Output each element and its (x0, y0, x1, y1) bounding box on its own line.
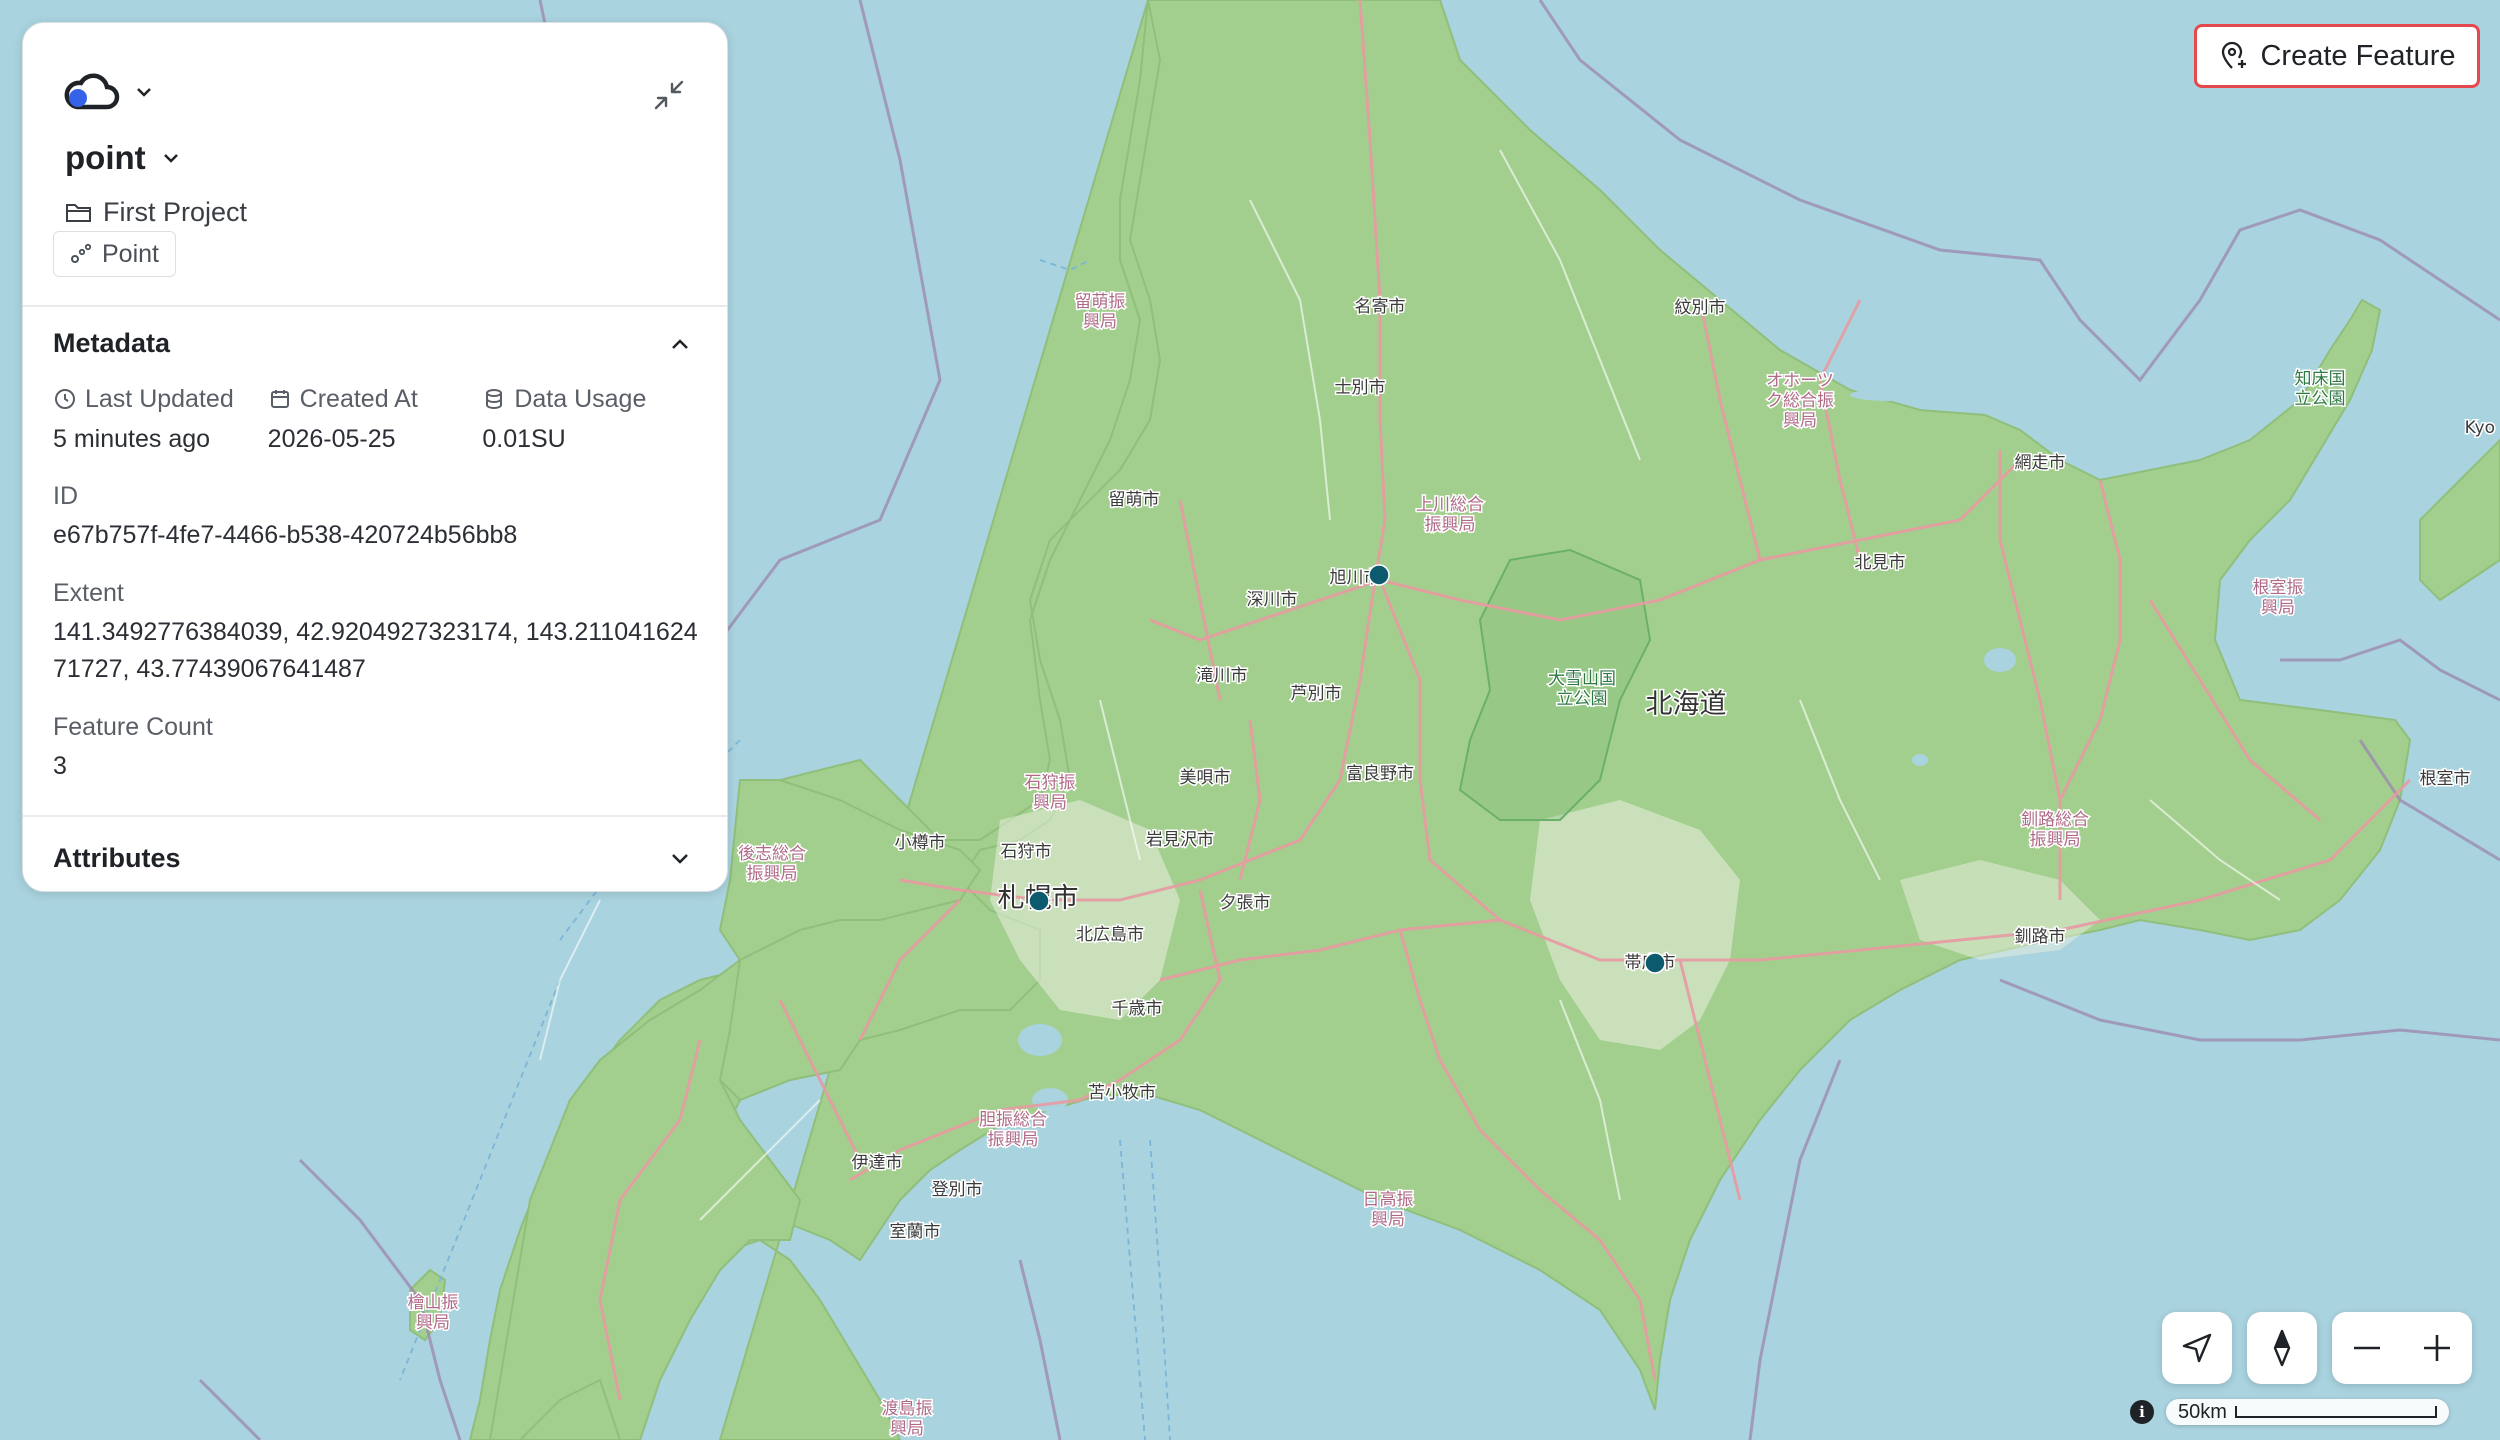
point-geometry-icon (71, 243, 92, 263)
extent-item: Extent 141.3492776384039, 42.92049273231… (53, 576, 698, 688)
lake-akan (1912, 754, 1928, 766)
geolocate-button[interactable] (2162, 1312, 2232, 1384)
created-at-value: 2026-05-25 (267, 425, 396, 453)
zoom-out-button[interactable] (2350, 1331, 2384, 1365)
compass-icon (2273, 1329, 2291, 1367)
feature-count-label: Feature Count (53, 712, 213, 741)
map-label-kitami: 北見市 (1855, 553, 1906, 573)
map-label-hokkaido: 北海道 (1646, 689, 1727, 720)
map-label-tomakomai: 苫小牧市 (1088, 1083, 1156, 1103)
data-usage-label: Data Usage (514, 384, 647, 413)
layer-details-panel: point First Project Point Metadata Last … (22, 22, 728, 892)
created-at-item: Created At 2026-05-25 (268, 381, 483, 457)
metadata-title: Metadata (53, 327, 171, 358)
id-value: e67b757f-4fe7-4466-b538-420724b56bb8 (53, 521, 518, 549)
map-label-shiretoko: 知床国立公園 (2295, 369, 2346, 409)
map-label-fukagawa: 深川市 (1247, 590, 1298, 610)
compass-button[interactable] (2247, 1312, 2317, 1384)
id-label: ID (53, 481, 78, 510)
chevron-up-icon (672, 339, 688, 349)
map-label-chitose: 千歳市 (1112, 999, 1163, 1019)
map-label-iburi-sub: 胆振総合振興局 (979, 1110, 1047, 1150)
attributes-title: Attributes (53, 842, 181, 873)
cloud-logo-icon (64, 73, 120, 110)
scale-bar: 50km (2166, 1399, 2449, 1425)
map-label-shiribeshi-sub: 後志総合振興局 (738, 844, 806, 884)
lake-toya (1018, 1024, 1062, 1056)
zoom-in-button[interactable] (2420, 1331, 2454, 1365)
scale-area: i 50km (2130, 1397, 2449, 1427)
project-link[interactable]: First Project (65, 197, 247, 228)
zoom-controls (2332, 1312, 2472, 1384)
map-label-bibai: 美唄市 (1180, 768, 1231, 788)
layer-name-dropdown[interactable]: point (65, 139, 182, 177)
scale-label: 50km (2178, 1400, 2227, 1423)
create-feature-button[interactable]: Create Feature (2194, 24, 2480, 88)
extent-label: Extent (53, 578, 124, 607)
map-label-ishikari: 石狩市 (1001, 842, 1052, 862)
collapse-panel-button[interactable] (649, 75, 689, 115)
map-label-shibetsu: 士別市 (1335, 378, 1386, 398)
geometry-type-label: Point (102, 239, 159, 268)
last-updated-value: 5 minutes ago (53, 425, 211, 453)
feature-point-asahikawa[interactable] (1368, 564, 1390, 586)
feature-point-obihiro[interactable] (1644, 952, 1666, 974)
created-at-label: Created At (299, 384, 418, 413)
feature-count-value: 3 (53, 752, 67, 780)
map-label-muroran: 室蘭市 (890, 1222, 941, 1242)
metadata-body: Last Updated 5 minutes ago Created At 20… (23, 381, 727, 785)
metadata-section-toggle[interactable]: Metadata (23, 307, 727, 379)
lake-shikotsu (1032, 1088, 1068, 1112)
data-usage-item: Data Usage 0.01SU (482, 381, 697, 457)
panel-header: point First Project Point (23, 23, 727, 307)
feature-count-item: Feature Count 3 (53, 710, 697, 785)
map-label-kyo: Kyo (2465, 418, 2495, 438)
add-location-icon (2222, 41, 2247, 69)
workspace-switcher[interactable] (63, 73, 155, 111)
last-updated-label: Last Updated (85, 384, 234, 413)
map-label-otaru: 小樽市 (895, 833, 946, 853)
create-feature-label: Create Feature (2260, 39, 2456, 72)
map-label-monbetsu: 紋別市 (1675, 298, 1726, 318)
geometry-type-badge: Point (53, 231, 176, 277)
scale-line (2234, 1406, 2437, 1418)
info-icon[interactable]: i (2130, 1400, 2154, 1424)
calendar-icon (270, 390, 289, 408)
chevron-down-icon (137, 88, 151, 97)
map-label-nemuro: 根室市 (2420, 769, 2471, 789)
lake-kussharo (1984, 648, 2016, 672)
map-label-date: 伊達市 (852, 1153, 903, 1173)
clock-icon (55, 389, 75, 409)
minimize-icon (654, 80, 684, 110)
map-label-rumoi: 留萌市 (1109, 490, 1160, 510)
id-item: ID e67b757f-4fe7-4466-b538-420724b56bb8 (53, 479, 697, 554)
map-label-yubari: 夕張市 (1220, 893, 1271, 913)
folder-icon (66, 203, 91, 222)
map-label-ashibetsu: 芦別市 (1291, 684, 1342, 704)
map-label-kitahiroshima: 北広島市 (1076, 925, 1144, 945)
map-label-abashiri: 網走市 (2015, 453, 2066, 473)
map-label-noboribetsu: 登別市 (932, 1180, 983, 1200)
map-label-kushiro: 釧路市 (2015, 927, 2066, 947)
last-updated-item: Last Updated 5 minutes ago (53, 381, 268, 457)
layer-name: point (65, 139, 146, 176)
map-label-nayoro: 名寄市 (1355, 297, 1406, 317)
extent-value: 141.3492776384039, 42.9204927323174, 143… (53, 618, 698, 683)
project-name: First Project (103, 197, 248, 227)
data-usage-value: 0.01SU (482, 425, 566, 453)
map-label-kamikawa-sub: 上川総合振興局 (1416, 495, 1484, 535)
database-icon (486, 389, 503, 409)
map-label-furano: 富良野市 (1346, 764, 1414, 784)
map-label-takikawa: 滝川市 (1197, 666, 1248, 686)
map-label-iwamizawa: 岩見沢市 (1146, 830, 1214, 850)
map-label-kushiro-sub: 釧路総合振興局 (2021, 810, 2089, 850)
attributes-section-toggle[interactable]: Attributes (23, 817, 727, 891)
map-label-daisetsuzan: 大雪山国立公園 (1548, 669, 1616, 709)
feature-point-sapporo[interactable] (1028, 890, 1050, 912)
chevron-down-icon (672, 854, 688, 864)
navigation-arrow-icon (2182, 1333, 2212, 1363)
lake-saroma (1850, 389, 1930, 401)
chevron-down-icon (163, 154, 178, 163)
